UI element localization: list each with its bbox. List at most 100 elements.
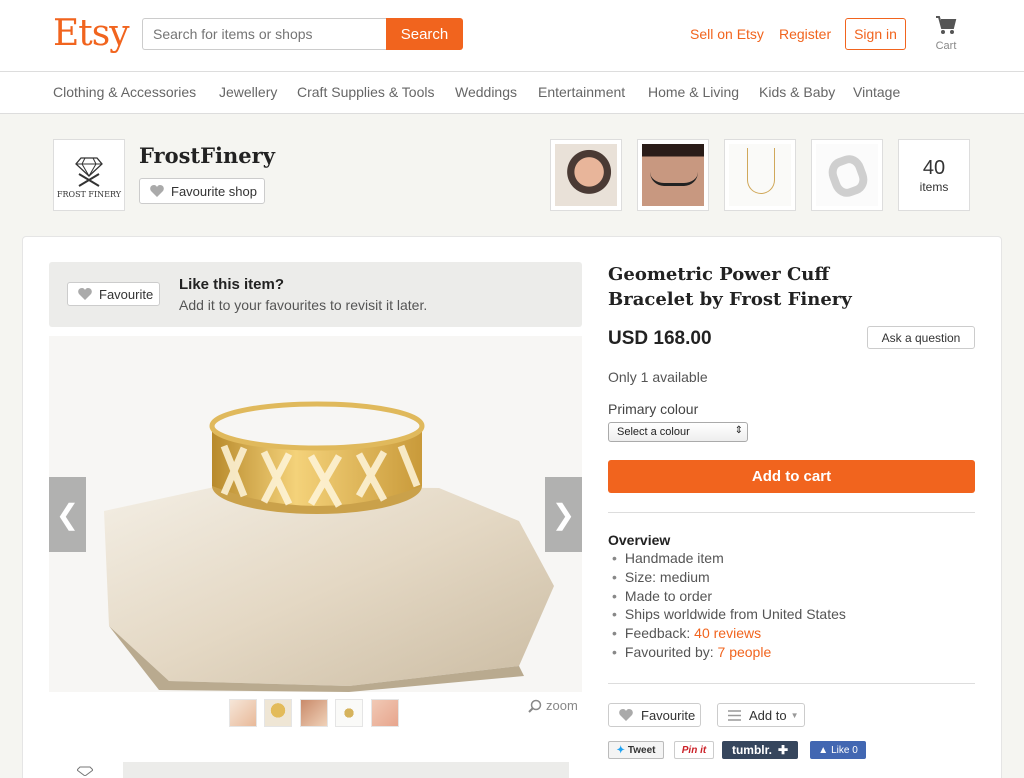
like-subtitle: Add it to your favourites to revisit it … xyxy=(179,297,428,313)
size-text: Size: medium xyxy=(624,568,710,585)
like-title: Like this item? xyxy=(179,276,285,293)
add-to-cart-button[interactable]: Add to cart xyxy=(608,460,975,493)
nav-kids-baby[interactable]: Kids & Baby xyxy=(759,84,835,100)
nav-jewellery[interactable]: Jewellery xyxy=(219,84,277,100)
facebook-like-button[interactable]: ▲ Like 0 xyxy=(810,741,866,759)
heart-icon xyxy=(78,288,92,300)
pinterest-button[interactable]: Pin it xyxy=(674,741,714,759)
ships-text: Ships worldwide from United States xyxy=(624,606,846,623)
items-label: items xyxy=(919,179,949,194)
shop-thumbnail-silver-ring[interactable] xyxy=(811,139,883,211)
overview-item: Size: medium xyxy=(612,569,846,588)
product-main-image[interactable]: ❮ ❯ xyxy=(49,336,582,692)
shop-thumbnail-necklace[interactable] xyxy=(724,139,796,211)
shop-logo-text: FROST FINERY xyxy=(56,189,122,199)
shop-logo[interactable]: FROST FINERY xyxy=(53,139,125,211)
product-title: Geometric Power Cuff Bracelet by Frost F… xyxy=(608,264,852,310)
search-input[interactable] xyxy=(142,18,386,50)
sell-on-etsy-link[interactable]: Sell on Etsy xyxy=(690,26,764,42)
product-price: USD 168.00 xyxy=(608,328,712,349)
twitter-bird-icon: ✦ xyxy=(616,744,625,756)
search-button[interactable]: Search xyxy=(386,18,463,50)
divider xyxy=(608,512,975,513)
site-header: Etsy Search Sell on Etsy Register Sign i… xyxy=(0,0,1024,72)
overview-item: Favourited by: 7 people xyxy=(612,644,846,663)
ask-question-button[interactable]: Ask a question xyxy=(867,326,975,349)
made-to-order-text: Made to order xyxy=(624,587,713,604)
image-thumbnail-5[interactable] xyxy=(371,699,399,727)
magnifier-icon xyxy=(528,699,542,713)
favourite-shop-button[interactable]: Favourite shop xyxy=(139,178,265,204)
shop-thumbnail-choker[interactable] xyxy=(637,139,709,211)
zoom-button[interactable]: zoom xyxy=(528,698,578,713)
shop-diamond-icon xyxy=(77,766,93,776)
zoom-label: zoom xyxy=(546,698,578,713)
favourite-label: Favourite xyxy=(99,286,154,302)
favourite-label: Favourite xyxy=(641,707,696,723)
shop-items-count[interactable]: 40 items xyxy=(898,139,970,211)
register-link[interactable]: Register xyxy=(779,26,831,42)
pin-it-label: Pin it xyxy=(681,744,707,756)
cart-icon xyxy=(936,16,957,34)
caret-down-icon: ▼ xyxy=(790,710,799,720)
favourited-by-link[interactable]: 7 people xyxy=(718,644,772,660)
list-icon xyxy=(728,709,741,721)
tweet-button[interactable]: ✦ Tweet xyxy=(608,741,664,759)
image-thumbnail-3[interactable] xyxy=(300,699,328,727)
cart-button[interactable]: Cart xyxy=(930,15,962,52)
nav-vintage[interactable]: Vintage xyxy=(853,84,900,100)
image-thumbnail-1[interactable] xyxy=(229,699,257,727)
overview-item: Ships worldwide from United States xyxy=(612,606,846,625)
reviews-panel-edge xyxy=(123,762,569,778)
tumblr-label: tumblr. xyxy=(731,743,772,757)
shop-thumbnail-ring[interactable] xyxy=(550,139,622,211)
reviews-link[interactable]: 40 reviews xyxy=(694,625,761,641)
favourite-item-button[interactable]: Favourite xyxy=(67,282,160,306)
like-label: Like 0 xyxy=(831,744,858,756)
favourited-label: Favourited by: xyxy=(624,643,714,660)
image-thumbnail-4[interactable] xyxy=(335,699,363,727)
next-image-button[interactable]: ❯ xyxy=(545,477,582,552)
add-to-label: Add to xyxy=(749,707,787,723)
chevron-right-icon: ❯ xyxy=(551,499,576,530)
favourite-button[interactable]: Favourite xyxy=(608,703,701,727)
category-nav: Clothing & Accessories Jewellery Craft S… xyxy=(0,72,1024,114)
colour-select[interactable]: Select a colour ⇕ xyxy=(608,422,748,442)
nav-entertainment[interactable]: Entertainment xyxy=(538,84,625,100)
add-to-list-button[interactable]: Add to ▼ xyxy=(717,703,805,727)
nav-weddings[interactable]: Weddings xyxy=(455,84,517,100)
diamond-hammer-icon xyxy=(75,156,103,187)
sign-in-button[interactable]: Sign in xyxy=(845,18,906,50)
feedback-label: Feedback: xyxy=(624,625,691,642)
overview-item: Feedback: 40 reviews xyxy=(612,625,846,644)
select-arrows-icon: ⇕ xyxy=(734,425,743,436)
divider xyxy=(608,683,975,684)
cart-label: Cart xyxy=(935,40,957,52)
like-item-banner: Favourite Like this item? Add it to your… xyxy=(49,262,582,327)
thumbs-up-icon: ▲ xyxy=(818,744,829,756)
chevron-left-icon: ❮ xyxy=(55,499,80,530)
tumblr-button[interactable]: tumblr. ✚ xyxy=(722,741,798,759)
previous-image-button[interactable]: ❮ xyxy=(49,477,86,552)
tweet-label: Tweet xyxy=(627,744,656,756)
nav-home-living[interactable]: Home & Living xyxy=(648,84,739,100)
primary-colour-label: Primary colour xyxy=(608,401,699,417)
nav-clothing[interactable]: Clothing & Accessories xyxy=(53,84,196,100)
items-count: 40 xyxy=(922,156,946,179)
overview-list: Handmade item Size: medium Made to order… xyxy=(612,550,846,663)
colour-select-value: Select a colour xyxy=(617,426,690,438)
overview-heading: Overview xyxy=(608,532,671,548)
etsy-logo[interactable]: Etsy xyxy=(53,13,130,54)
bracelet-photo xyxy=(104,401,554,692)
heart-icon xyxy=(619,709,633,721)
favourite-shop-label: Favourite shop xyxy=(171,183,257,199)
heart-icon xyxy=(150,185,164,197)
shop-name[interactable]: FrostFinery xyxy=(139,143,275,168)
nav-craft-supplies[interactable]: Craft Supplies & Tools xyxy=(297,84,434,100)
overview-item: Handmade item xyxy=(612,550,846,569)
overview-item: Made to order xyxy=(612,588,846,607)
plus-icon: ✚ xyxy=(777,743,789,757)
handmade-text: Handmade item xyxy=(624,550,724,566)
availability-text: Only 1 available xyxy=(608,369,708,385)
image-thumbnail-2[interactable] xyxy=(264,699,292,727)
